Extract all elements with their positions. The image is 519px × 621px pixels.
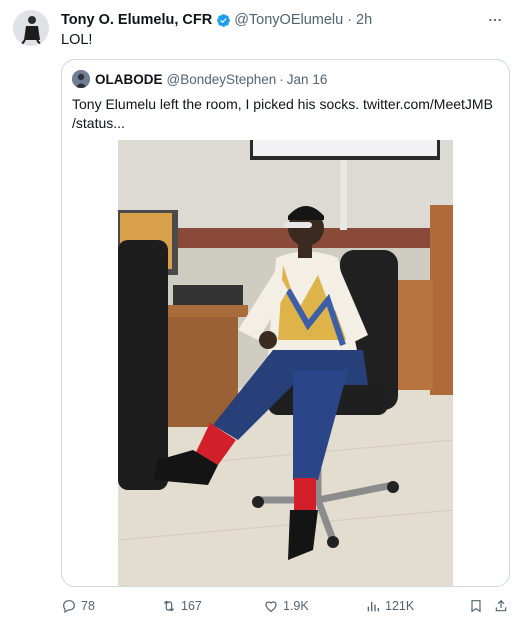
- tweet[interactable]: Tony O. Elumelu, CFR @TonyOElumelu · 2h …: [0, 0, 519, 621]
- quote-photo[interactable]: [118, 140, 453, 586]
- author-avatar[interactable]: [13, 10, 49, 46]
- bookmark-button[interactable]: [468, 595, 488, 617]
- separator: ·: [279, 71, 284, 87]
- tweet-header: Tony O. Elumelu, CFR @TonyOElumelu · 2h: [61, 10, 505, 30]
- quoted-tweet[interactable]: OLABODE @BondeyStephen · Jan 16 Tony Elu…: [61, 59, 510, 587]
- author-name[interactable]: Tony O. Elumelu, CFR: [61, 12, 212, 28]
- reply-icon: [63, 600, 75, 614]
- views-button[interactable]: 121K: [365, 595, 414, 617]
- quote-text-line1: Tony Elumelu left the room, I picked his…: [72, 96, 493, 112]
- retweet-button[interactable]: 167: [161, 595, 202, 617]
- bookmark-icon: [471, 600, 481, 613]
- author-handle[interactable]: @TonyOElumelu: [234, 12, 343, 28]
- share-button[interactable]: [493, 595, 513, 617]
- views-count: 121K: [385, 599, 415, 613]
- quote-text: Tony Elumelu left the room, I picked his…: [72, 95, 502, 133]
- quote-date[interactable]: Jan 16: [287, 72, 328, 87]
- reply-button[interactable]: 78: [61, 595, 95, 617]
- share-icon: [495, 599, 507, 612]
- tweet-time[interactable]: 2h: [356, 12, 372, 28]
- separator: ·: [347, 12, 353, 28]
- tweet-text: LOL!: [61, 32, 93, 48]
- reply-count: 78: [81, 599, 95, 613]
- verified-badge-icon: [216, 13, 231, 28]
- more-icon[interactable]: [485, 10, 505, 30]
- quote-author-avatar[interactable]: [72, 70, 90, 88]
- retweet-count: 167: [181, 599, 202, 613]
- quote-header: OLABODE @BondeyStephen · Jan 16: [72, 69, 327, 89]
- retweet-icon: [163, 600, 175, 612]
- quote-author-name[interactable]: OLABODE: [95, 72, 163, 87]
- like-button[interactable]: 1.9K: [263, 595, 309, 617]
- quote-author-handle[interactable]: @BondeyStephen: [167, 72, 277, 87]
- like-icon: [265, 601, 277, 613]
- like-count: 1.9K: [283, 599, 309, 613]
- views-icon: [367, 602, 379, 612]
- action-bar: 78 167 1.9K 121K: [61, 595, 510, 617]
- quote-text-line2: /status...: [72, 115, 125, 131]
